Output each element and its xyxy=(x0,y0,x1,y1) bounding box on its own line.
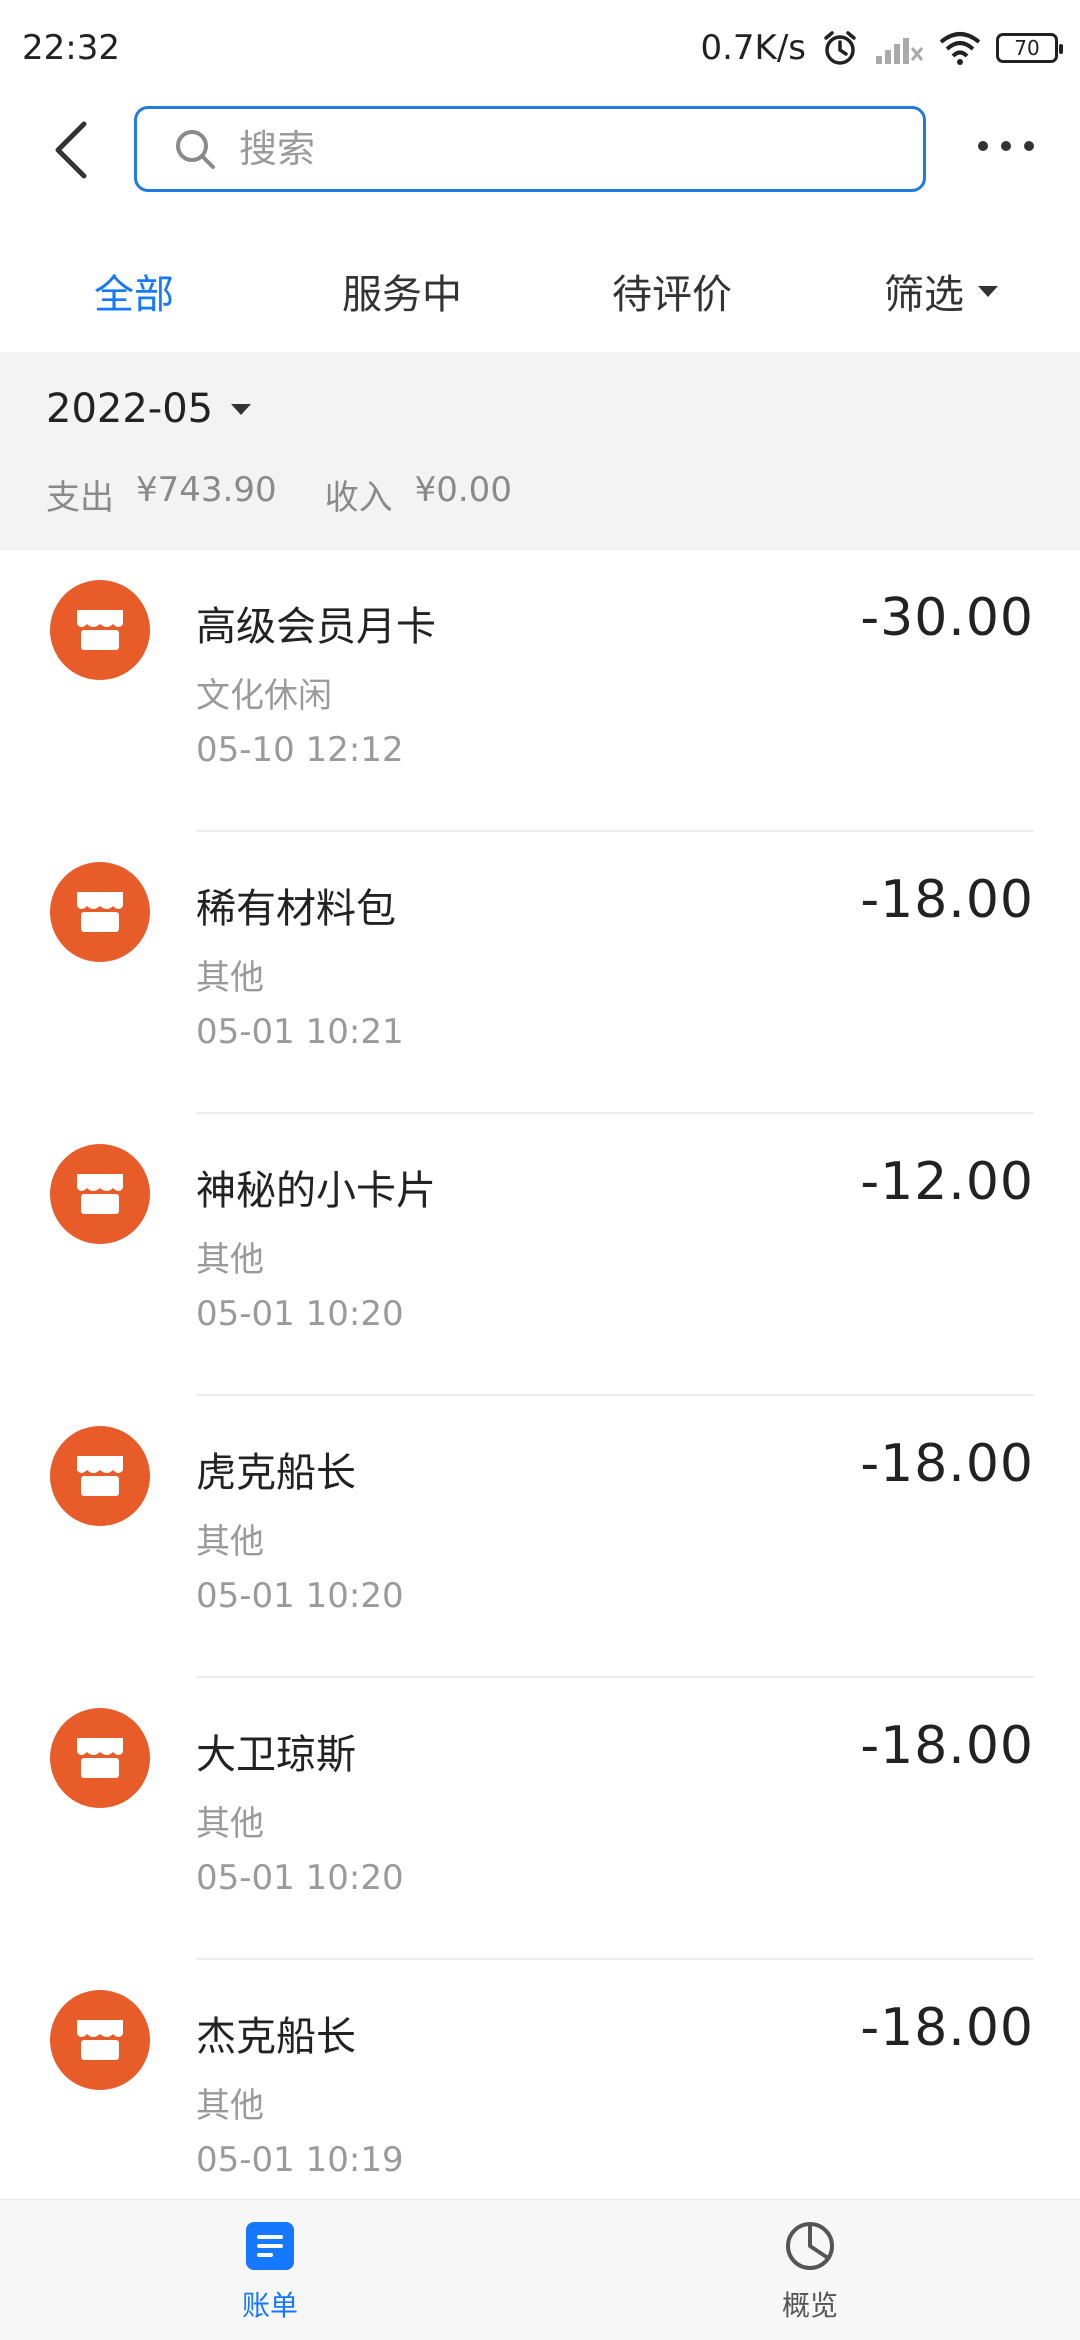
expense-label: 支出 xyxy=(46,478,114,518)
signal-icon xyxy=(874,30,924,66)
nav-bill-label: 账单 xyxy=(241,2289,298,2322)
transaction-category: 其他 xyxy=(196,958,264,998)
battery-level: 70 xyxy=(1014,36,1040,60)
income-value: ¥0.00 xyxy=(414,470,512,510)
transaction-time: 05-10 12:12 xyxy=(196,730,404,770)
transaction-amount: -18.00 xyxy=(860,870,1034,930)
transaction-title: 神秘的小卡片 xyxy=(196,1168,436,1214)
transaction-title: 虎克船长 xyxy=(196,1450,356,1496)
bill-icon xyxy=(246,2222,294,2270)
status-bar: 22:32 0.7K/s 70 xyxy=(0,0,1080,96)
transaction-time: 05-01 10:20 xyxy=(196,1294,404,1334)
month-label: 2022-05 xyxy=(46,386,214,432)
status-time: 22:32 xyxy=(22,28,120,68)
back-button[interactable] xyxy=(48,120,96,180)
search-box[interactable] xyxy=(134,106,926,192)
tab-filter[interactable]: 筛选 xyxy=(884,262,998,320)
transaction-title: 大卫琼斯 xyxy=(196,1732,356,1778)
transaction-amount: -18.00 xyxy=(860,1716,1034,1776)
search-icon xyxy=(176,130,215,169)
shop-icon xyxy=(50,1990,150,2090)
transaction-amount: -30.00 xyxy=(860,588,1034,648)
caret-down-icon xyxy=(231,403,252,415)
status-icons: 0.7K/s 70 xyxy=(700,28,1063,68)
transaction-row[interactable]: 神秘的小卡片 其他 05-01 10:20 -12.00 xyxy=(0,1114,1080,1396)
tab-filter-label: 筛选 xyxy=(884,272,964,318)
transaction-row[interactable]: 大卫琼斯 其他 05-01 10:20 -18.00 xyxy=(0,1678,1080,1960)
transaction-time: 05-01 10:20 xyxy=(196,1858,404,1898)
shop-icon xyxy=(50,1144,150,1244)
shop-icon xyxy=(50,580,150,680)
transaction-row[interactable]: 虎克船长 其他 05-01 10:20 -18.00 xyxy=(0,1396,1080,1678)
caret-down-icon xyxy=(978,285,998,297)
transaction-category: 文化休闲 xyxy=(196,676,332,716)
month-totals: 支出 ¥743.90 收入 ¥0.00 xyxy=(46,470,512,519)
shop-icon xyxy=(50,1708,150,1808)
month-picker[interactable]: 2022-05 xyxy=(46,386,252,432)
more-dot-icon xyxy=(1024,141,1034,151)
transaction-category: 其他 xyxy=(196,1522,264,1562)
month-summary: 2022-05 支出 ¥743.90 收入 ¥0.00 xyxy=(0,352,1080,550)
back-arrow-icon xyxy=(55,121,87,179)
tab-all[interactable]: 全部 xyxy=(94,262,174,320)
battery-icon: 70 xyxy=(996,33,1063,63)
transaction-category: 其他 xyxy=(196,1240,264,1280)
transaction-time: 05-01 10:19 xyxy=(196,2140,404,2180)
transaction-list: 高级会员月卡 文化休闲 05-10 12:12 -30.00 稀有材料包 其他 … xyxy=(0,550,1080,2242)
transaction-time: 05-01 10:21 xyxy=(196,1012,404,1052)
nav-bill[interactable]: 账单 xyxy=(170,2220,370,2324)
net-speed: 0.7K/s xyxy=(700,28,806,68)
search-header xyxy=(0,100,1080,200)
expense-value: ¥743.90 xyxy=(136,470,277,510)
more-options-button[interactable] xyxy=(978,136,1034,156)
nav-overview-label: 概览 xyxy=(781,2289,838,2322)
shop-icon xyxy=(50,1426,150,1526)
transaction-amount: -12.00 xyxy=(860,1152,1034,1212)
transaction-row[interactable]: 稀有材料包 其他 05-01 10:21 -18.00 xyxy=(0,832,1080,1114)
filter-tabs: 全部 服务中 待评价 筛选 xyxy=(0,236,1080,336)
nav-overview[interactable]: 概览 xyxy=(710,2220,910,2324)
transaction-title: 杰克船长 xyxy=(196,2014,356,2060)
bottom-nav: 账单 概览 xyxy=(0,2199,1080,2340)
income-label: 收入 xyxy=(324,478,393,518)
transaction-time: 05-01 10:20 xyxy=(196,1576,404,1616)
transaction-category: 其他 xyxy=(196,2086,264,2126)
transaction-category: 其他 xyxy=(196,1804,264,1844)
tab-in-service[interactable]: 服务中 xyxy=(342,262,462,320)
transaction-title: 高级会员月卡 xyxy=(196,604,436,650)
more-dot-icon xyxy=(978,141,988,151)
more-dot-icon xyxy=(1001,141,1011,151)
shop-icon xyxy=(50,862,150,962)
search-input[interactable] xyxy=(237,126,841,172)
transaction-title: 稀有材料包 xyxy=(196,886,396,932)
tab-to-review[interactable]: 待评价 xyxy=(612,262,732,320)
pie-chart-icon xyxy=(786,2222,834,2270)
transaction-amount: -18.00 xyxy=(860,1434,1034,1494)
transaction-row[interactable]: 高级会员月卡 文化休闲 05-10 12:12 -30.00 xyxy=(0,550,1080,832)
wifi-icon xyxy=(938,30,982,66)
transaction-amount: -18.00 xyxy=(860,1998,1034,2058)
alarm-icon xyxy=(820,28,860,68)
